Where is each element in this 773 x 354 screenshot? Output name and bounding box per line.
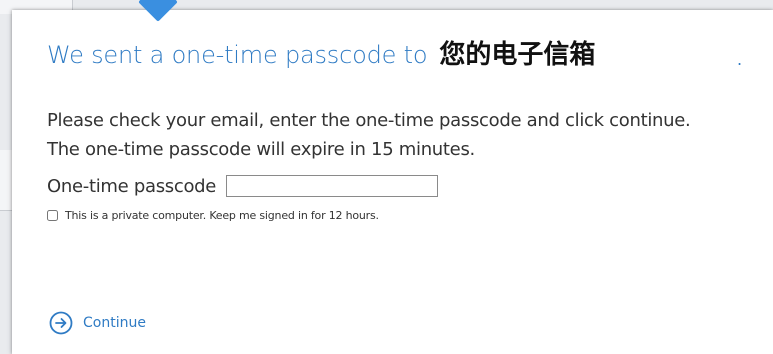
mailbox-name: 您的电子信箱 — [439, 40, 596, 70]
title-trailing-dot: . — [737, 50, 743, 69]
instruction-line: Please check your email, enter the one-t… — [47, 110, 691, 131]
title-text: We sent a one-time passcode to — [47, 41, 428, 69]
screen: We sent a one-time passcode to 您的电子信箱 . … — [0, 0, 773, 354]
keep-signed-in-checkbox[interactable] — [47, 210, 58, 221]
instruction-line: The one-time passcode will expire in 15 … — [47, 139, 475, 160]
instructions: Please check your email, enter the one-t… — [47, 106, 691, 164]
continue-label[interactable]: Continue — [83, 315, 146, 331]
passcode-dialog: We sent a one-time passcode to 您的电子信箱 . … — [12, 10, 773, 354]
passcode-input[interactable] — [226, 175, 439, 197]
continue-button[interactable]: Continue — [49, 311, 146, 335]
keep-signed-in-row: This is a private computer. Keep me sign… — [47, 209, 379, 222]
passcode-label: One-time passcode — [47, 175, 217, 197]
dialog-title: We sent a one-time passcode to 您的电子信箱 — [47, 34, 595, 71]
arrow-right-circle-icon[interactable] — [49, 311, 73, 335]
keep-signed-in-label[interactable]: This is a private computer. Keep me sign… — [65, 209, 379, 222]
passcode-row: One-time passcode — [47, 175, 439, 197]
